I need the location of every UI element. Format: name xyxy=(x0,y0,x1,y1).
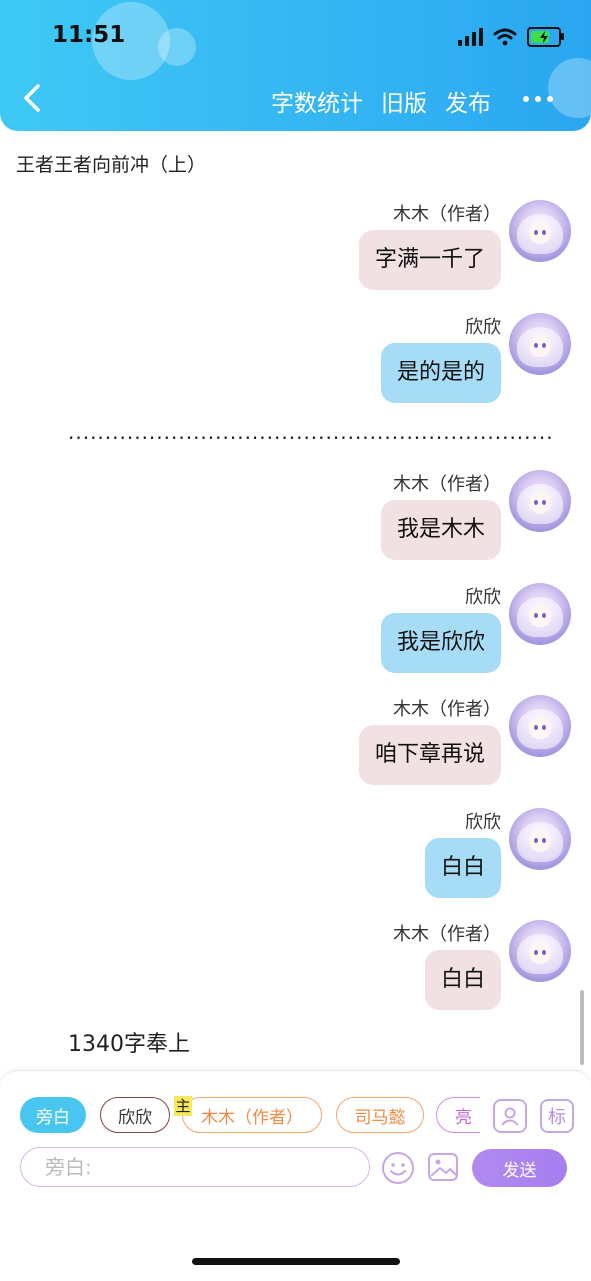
avatar[interactable] xyxy=(509,470,571,532)
battery-icon xyxy=(527,27,564,47)
chat-message[interactable]: 木木（作者） 咱下章再说 xyxy=(11,695,571,795)
chat-message[interactable]: 木木（作者） 白白 xyxy=(11,920,571,1020)
message-bubble[interactable]: 白白 xyxy=(424,950,501,1010)
message-bubble[interactable]: 我是木木 xyxy=(380,500,501,560)
top-bar: 11:51 字数统计 旧版 发布 xyxy=(0,0,591,131)
message-bubble[interactable]: 咱下章再说 xyxy=(358,725,501,785)
message-bubble[interactable]: 我是欣欣 xyxy=(380,613,501,673)
speaker-name: 欣欣 xyxy=(465,317,501,338)
avatar[interactable] xyxy=(509,200,571,262)
speaker-name: 木木（作者） xyxy=(393,474,501,495)
avatar[interactable] xyxy=(509,920,571,982)
message-input[interactable]: 旁白: xyxy=(20,1147,370,1187)
word-count-button[interactable]: 字数统计 xyxy=(271,84,363,118)
chat-message[interactable]: 欣欣 我是欣欣 xyxy=(11,583,571,683)
character-manage-icon[interactable] xyxy=(493,1099,527,1133)
main-role-badge: 主 xyxy=(174,1096,192,1116)
role-chip-liang[interactable]: 亮 xyxy=(436,1097,480,1133)
emoji-icon[interactable] xyxy=(381,1151,415,1185)
label-button[interactable]: 标 xyxy=(540,1099,574,1133)
image-icon[interactable] xyxy=(427,1151,459,1183)
role-chip-simayi[interactable]: 司马懿 xyxy=(336,1097,424,1133)
avatar[interactable] xyxy=(509,808,571,870)
cellular-signal-icon xyxy=(458,28,483,46)
avatar[interactable] xyxy=(509,583,571,645)
message-bubble[interactable]: 是的是的 xyxy=(380,343,501,403)
send-button[interactable]: 发送 xyxy=(472,1149,567,1187)
chat-message[interactable]: 欣欣 白白 xyxy=(11,808,571,908)
home-indicator[interactable] xyxy=(192,1258,400,1265)
message-bubble[interactable]: 白白 xyxy=(424,838,501,898)
role-chip-narrator[interactable]: 旁白 xyxy=(20,1097,86,1133)
speaker-name: 木木（作者） xyxy=(393,204,501,225)
message-bubble[interactable]: 字满一千了 xyxy=(358,230,501,290)
header-actions: 字数统计 旧版 发布 xyxy=(271,84,491,118)
publish-button[interactable]: 发布 xyxy=(445,84,491,118)
chat-message[interactable]: 欣欣 是的是的 xyxy=(11,313,571,413)
composer-panel: 旁白 欣欣 木木（作者） 司马懿 亮 标 旁白: 发送 xyxy=(0,1070,591,1281)
status-icons xyxy=(458,27,564,47)
chat-message[interactable]: 木木（作者） 字满一千了 xyxy=(11,200,571,300)
avatar[interactable] xyxy=(509,313,571,375)
chat-message[interactable]: 木木（作者） 我是木木 xyxy=(11,470,571,570)
scrollbar[interactable] xyxy=(580,990,584,1065)
speaker-name: 木木（作者） xyxy=(393,924,501,945)
role-chip-mumu[interactable]: 木木（作者） xyxy=(182,1097,322,1133)
speaker-name: 欣欣 xyxy=(465,587,501,608)
status-time: 11:51 xyxy=(52,22,126,48)
narration-text[interactable]: 1340字奉上 xyxy=(68,1026,190,1058)
speaker-name: 木木（作者） xyxy=(393,699,501,720)
old-version-button[interactable]: 旧版 xyxy=(381,84,427,118)
back-icon[interactable] xyxy=(18,80,48,116)
decor-bubble xyxy=(158,28,196,66)
more-icon[interactable] xyxy=(523,96,553,102)
role-selector: 旁白 欣欣 木木（作者） 司马懿 亮 xyxy=(20,1097,480,1137)
chapter-title: 王者王者向前冲（上） xyxy=(16,154,207,176)
avatar[interactable] xyxy=(509,695,571,757)
scene-divider: ........................................… xyxy=(68,420,554,444)
role-chip-xinxin[interactable]: 欣欣 xyxy=(100,1097,170,1133)
wifi-icon xyxy=(493,28,517,46)
decor-bubble xyxy=(548,58,591,118)
speaker-name: 欣欣 xyxy=(465,812,501,833)
